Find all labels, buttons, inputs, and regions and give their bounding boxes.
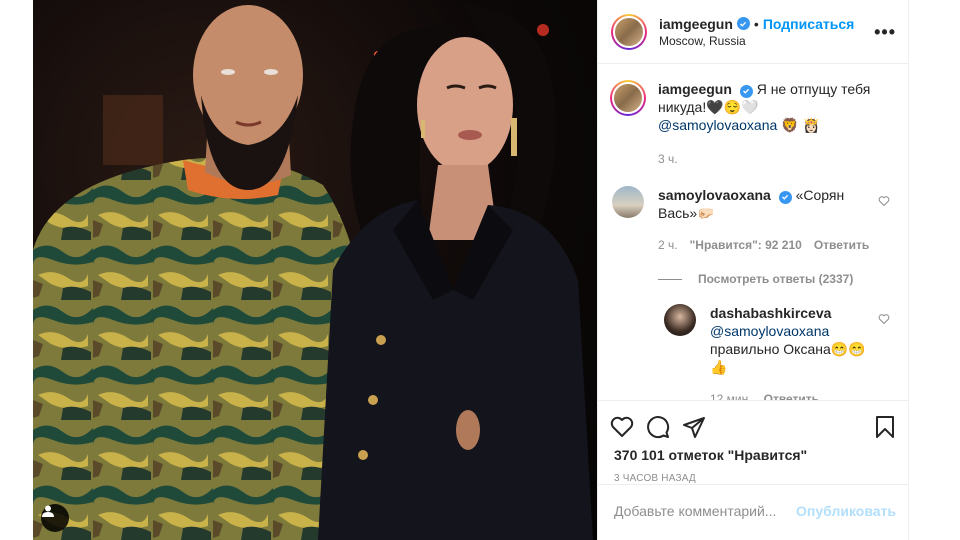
author-username[interactable]: iamgeegun (659, 16, 733, 32)
view-replies-button[interactable]: Посмотреть ответы (2337) (658, 272, 894, 286)
verified-badge-icon (778, 190, 792, 204)
add-comment-bar: Опубликовать (598, 484, 908, 536)
caption-avatar[interactable] (610, 80, 646, 116)
author-avatar[interactable] (611, 13, 647, 50)
separator-dot: • (753, 15, 759, 32)
post-location[interactable]: Moscow, Russia (659, 34, 854, 48)
reply-time[interactable]: 12 мин. (710, 390, 752, 400)
comment-input[interactable] (614, 502, 797, 519)
replier-avatar[interactable] (664, 304, 696, 336)
share-icon[interactable] (682, 409, 718, 445)
heart-icon[interactable] (610, 409, 646, 445)
reply-text: правильно Оксана😁😁 👍 (710, 341, 866, 375)
post-timestamp[interactable]: 3 часов назад (598, 463, 908, 484)
divider-line (658, 278, 682, 280)
view-replies-label: Посмотреть ответы (2337) (698, 272, 854, 286)
comment-likes[interactable]: "Нравится": 92 210 (690, 236, 802, 254)
post-photo[interactable] (33, 0, 597, 540)
replier-username[interactable]: dashabashkirceva (710, 305, 831, 321)
caption-time[interactable]: 3 ч. (658, 150, 678, 168)
post-header: iamgeegun • Подписаться Moscow, Russia •… (598, 0, 908, 64)
heart-icon[interactable] (878, 312, 890, 330)
follow-button[interactable]: Подписаться (763, 16, 855, 32)
publish-button[interactable]: Опубликовать (796, 503, 896, 519)
comment-time[interactable]: 2 ч. (658, 236, 678, 254)
caption-emoji: 🦁 👸🏻 (777, 117, 820, 133)
reply-button[interactable]: Ответить (814, 236, 869, 254)
comment-icon[interactable] (646, 409, 682, 445)
photo-illustration (33, 5, 593, 540)
commenter-username[interactable]: samoylovaoxana (658, 187, 771, 203)
reply-button[interactable]: Ответить (764, 390, 819, 400)
reply-item: dashabashkirceva @samoylovaoxana правиль… (664, 304, 894, 400)
caption: iamgeegun Я не отпущу тебя никуда!🖤😌🤍 @s… (610, 80, 894, 168)
post-side-panel: iamgeegun • Подписаться Moscow, Russia •… (597, 0, 909, 540)
verified-badge-icon (736, 17, 750, 30)
bookmark-icon[interactable] (860, 409, 896, 445)
verified-badge-icon (739, 84, 753, 98)
heart-icon[interactable] (878, 194, 890, 212)
post-actions: 370 101 отметок "Нравится" 3 часов назад… (598, 400, 908, 536)
comment-item: samoylovaoxana «Сорян Вась»🤛🏻 2 ч. "Нрав… (612, 186, 894, 254)
tag-person-icon[interactable] (41, 504, 69, 532)
commenter-avatar[interactable] (612, 186, 644, 218)
caption-username[interactable]: iamgeegun (658, 81, 732, 97)
caption-mention[interactable]: @samoylovaoxana (658, 117, 777, 133)
more-options-icon[interactable]: ••• (874, 22, 896, 43)
likes-count[interactable]: 370 101 отметок "Нравится" (598, 445, 908, 463)
comments-list: iamgeegun Я не отпущу тебя никуда!🖤😌🤍 @s… (598, 64, 908, 400)
reply-mention[interactable]: @samoylovaoxana (710, 323, 829, 339)
